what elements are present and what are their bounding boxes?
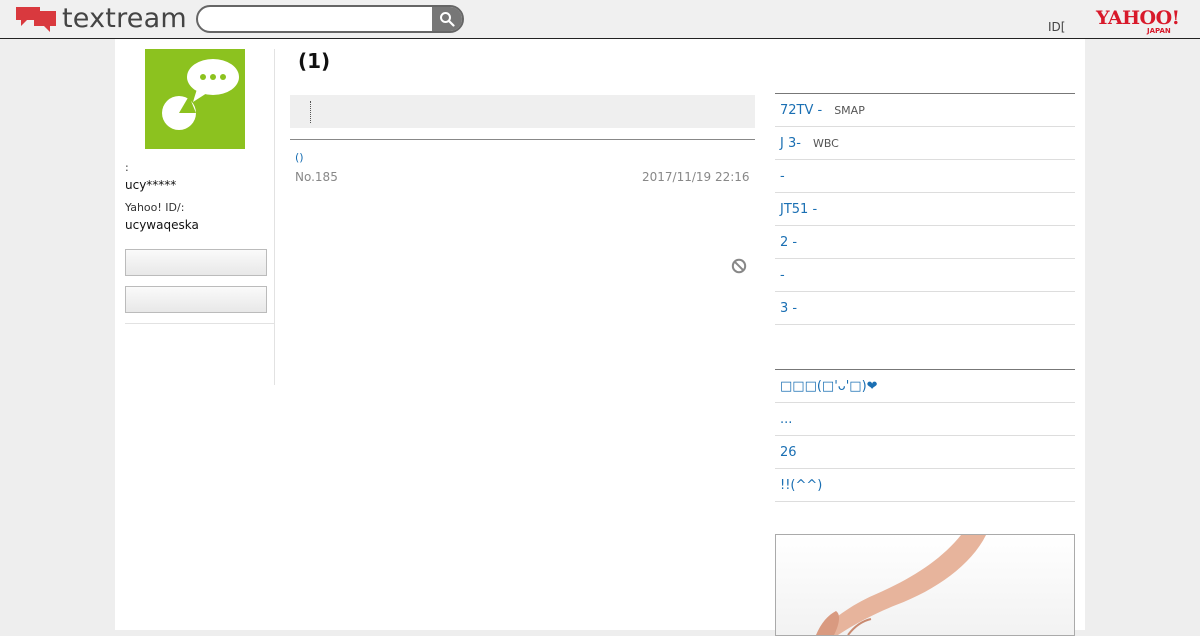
related-list-2: □□□(□'ᴗ'□)❤ ... 26 !!(^^) bbox=[775, 369, 1075, 502]
search-input[interactable] bbox=[198, 7, 434, 31]
list-item[interactable]: - bbox=[775, 160, 1075, 193]
related-list-1: 72TV - SMAP J 3- WBC - JT51 - 2 - - 3 - bbox=[775, 93, 1075, 325]
tab-bar bbox=[290, 95, 755, 128]
list-item-title[interactable]: !!(^^) bbox=[780, 478, 822, 493]
list-item[interactable]: 2 - bbox=[775, 226, 1075, 259]
list-item-title[interactable]: - bbox=[780, 169, 785, 184]
nickname-label: : bbox=[125, 161, 129, 174]
list-item-title[interactable]: 26 bbox=[780, 445, 797, 460]
profile-button-1[interactable] bbox=[125, 249, 267, 276]
list-item-title[interactable]: 2 - bbox=[780, 235, 797, 250]
list-item-title[interactable]: JT51 - bbox=[780, 202, 817, 217]
list-item-title[interactable]: 3 - bbox=[780, 301, 797, 316]
yahoo-id-value: ucywaqeska bbox=[125, 218, 199, 232]
list-item[interactable]: 3 - bbox=[775, 292, 1075, 325]
chat-avatar-icon bbox=[162, 59, 239, 130]
list-item-sub: SMAP bbox=[834, 103, 865, 117]
profile-button-2[interactable] bbox=[125, 286, 267, 313]
list-item-title[interactable]: - bbox=[780, 268, 785, 283]
list-item-title[interactable]: ... bbox=[780, 412, 792, 427]
list-item[interactable]: 72TV - SMAP bbox=[775, 94, 1075, 127]
list-item[interactable]: 26 bbox=[775, 436, 1075, 469]
page-container: : ucy***** Yahoo! ID/: ucywaqeska (1) ()… bbox=[115, 39, 1085, 636]
search-button[interactable] bbox=[432, 7, 462, 31]
search-box bbox=[196, 5, 464, 33]
hand-photo-illustration bbox=[816, 535, 986, 635]
list-item[interactable]: JT51 - bbox=[775, 193, 1075, 226]
divider bbox=[290, 139, 755, 140]
list-item-title[interactable]: 72TV - bbox=[780, 103, 822, 118]
avatar bbox=[145, 49, 245, 149]
speech-bubbles-icon bbox=[16, 7, 56, 32]
search-icon bbox=[440, 12, 455, 27]
page-title: (1) bbox=[298, 49, 331, 73]
list-item[interactable]: - bbox=[775, 259, 1075, 292]
divider bbox=[125, 323, 274, 324]
yahoo-id-label: Yahoo! ID/: bbox=[125, 201, 185, 214]
nickname-value: ucy***** bbox=[125, 178, 177, 192]
list-item[interactable]: J 3- WBC bbox=[775, 127, 1075, 160]
list-item[interactable]: !!(^^) bbox=[775, 469, 1075, 502]
list-item[interactable]: □□□(□'ᴗ'□)❤ bbox=[775, 370, 1075, 403]
ad-image[interactable] bbox=[775, 534, 1075, 636]
post-date: 2017/11/19 22:16 bbox=[642, 170, 750, 184]
top-header: textream ID[ YAHOO! JAPAN bbox=[0, 0, 1200, 39]
yahoo-japan-sublabel: JAPAN bbox=[1147, 27, 1171, 35]
post-number: No.185 bbox=[295, 170, 338, 184]
user-profile-panel: : ucy***** Yahoo! ID/: ucywaqeska bbox=[125, 49, 275, 385]
post-link[interactable]: () bbox=[295, 151, 304, 164]
list-item-title[interactable]: J 3- bbox=[780, 136, 801, 151]
block-icon[interactable] bbox=[731, 258, 747, 274]
yahoo-id-link[interactable]: ID[ bbox=[1048, 20, 1065, 34]
list-item-sub: WBC bbox=[812, 136, 839, 150]
logo-text: textream bbox=[62, 3, 187, 34]
yahoo-japan-logo[interactable]: YAHOO! bbox=[1096, 9, 1180, 28]
list-item[interactable]: ... bbox=[775, 403, 1075, 436]
tab-divider bbox=[310, 101, 311, 123]
textream-logo[interactable]: textream bbox=[14, 4, 187, 34]
list-item-title[interactable]: □□□(□'ᴗ'□)❤ bbox=[780, 379, 878, 394]
